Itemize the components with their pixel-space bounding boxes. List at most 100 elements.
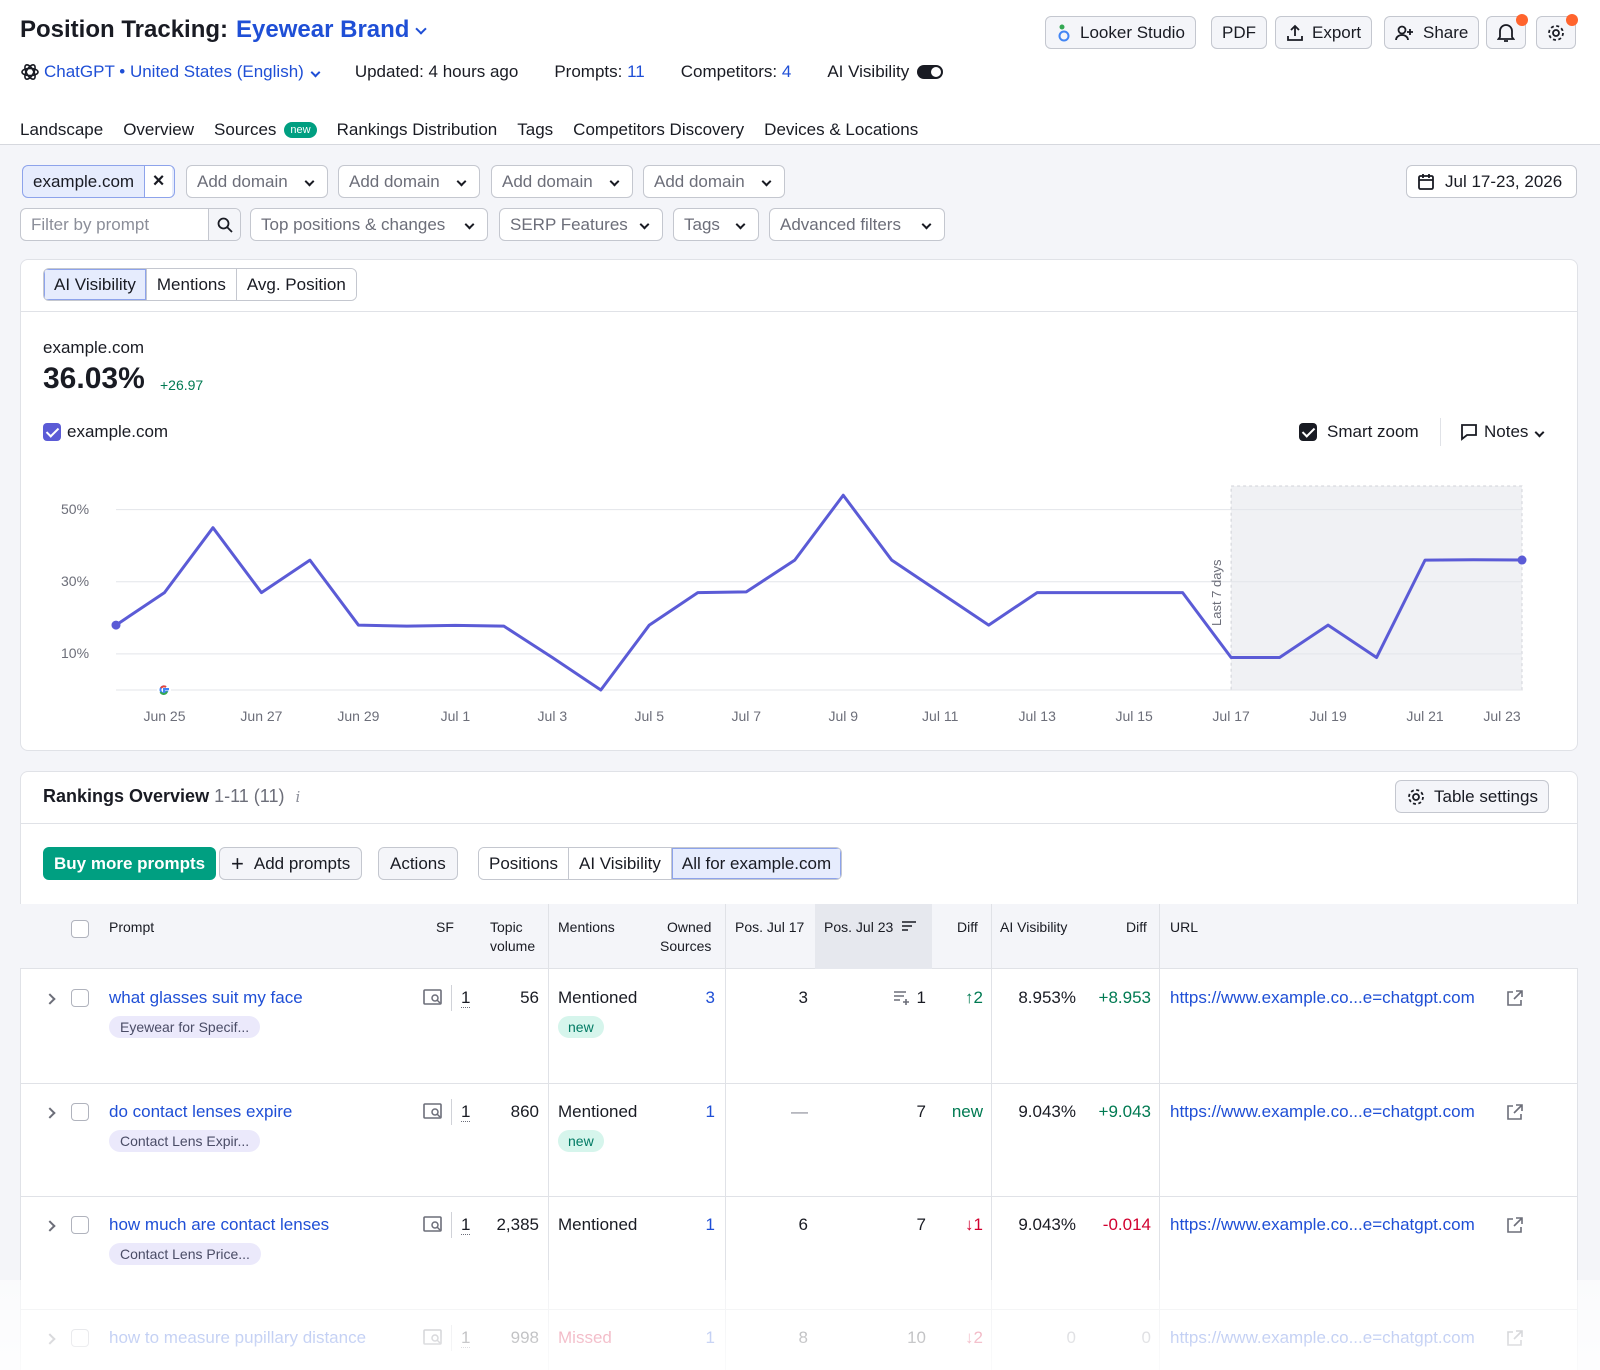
external-link-icon[interactable] <box>1506 1103 1524 1121</box>
pos-jul23: 7 <box>916 1215 926 1234</box>
owned-sources-count[interactable]: 3 <box>706 988 715 1008</box>
mention-status: Mentioned <box>558 988 638 1007</box>
col-pos-jul17[interactable]: Pos. Jul 17 <box>735 918 804 937</box>
owned-sources-count[interactable]: 1 <box>706 1215 715 1235</box>
table-settings-button[interactable]: Table settings <box>1395 780 1549 813</box>
sf-count[interactable]: 1 <box>461 988 471 1008</box>
col-diff-2[interactable]: Diff <box>1126 918 1147 937</box>
prompt-link[interactable]: how much are contact lenses <box>109 1215 329 1235</box>
prompt-link[interactable]: what glasses suit my face <box>109 988 303 1008</box>
col-topic-volume[interactable]: Topic volume <box>490 918 535 956</box>
col-pos-jul23[interactable]: Pos. Jul 23 <box>824 918 917 937</box>
x-tick-label: Jul 15 <box>1115 708 1153 724</box>
serp-preview-icon[interactable] <box>423 1216 443 1234</box>
pos-jul17: 3 <box>798 988 808 1007</box>
data-point[interactable] <box>111 620 121 630</box>
serp-preview-icon[interactable] <box>423 1103 443 1121</box>
google-update-icon <box>157 683 171 697</box>
expand-chevron-icon[interactable] <box>44 993 56 1005</box>
x-tick-label: Jul 3 <box>537 708 568 724</box>
sort-icon <box>902 921 917 931</box>
prompt-link[interactable]: do contact lenses expire <box>109 1102 292 1122</box>
serp-preview-icon[interactable] <box>423 989 443 1007</box>
buy-more-prompts-button[interactable]: Buy more prompts <box>43 847 217 880</box>
view-tab-positions[interactable]: Positions <box>479 848 569 879</box>
ai-visibility-value: 9.043% <box>1018 1215 1076 1234</box>
x-tick-label: Jul 9 <box>828 708 859 724</box>
x-tick-label: Jul 19 <box>1309 708 1347 724</box>
x-tick-label: Jun 27 <box>240 708 283 724</box>
col-url[interactable]: URL <box>1170 918 1198 937</box>
expand-chevron-icon[interactable] <box>44 1107 56 1119</box>
topic-volume: 2,385 <box>496 1215 539 1234</box>
col-mentions[interactable]: Mentions <box>558 918 615 937</box>
position-diff: new <box>951 1102 983 1121</box>
col-ai-visibility[interactable]: AI Visibility <box>1000 918 1067 937</box>
ai-visibility-diff: +9.043 <box>1098 1102 1151 1121</box>
mention-status: Mentioned <box>558 1102 638 1121</box>
x-tick-label: Jul 13 <box>1018 708 1056 724</box>
col-diff[interactable]: Diff <box>957 918 978 937</box>
info-icon[interactable]: i <box>295 788 300 806</box>
y-tick-label: 30% <box>61 572 90 589</box>
external-link-icon[interactable] <box>1506 1216 1524 1234</box>
x-tick-label: Jul 21 <box>1406 708 1444 724</box>
position-diff: ↓1 <box>965 1215 983 1234</box>
col-sf[interactable]: SF <box>436 918 454 937</box>
data-point[interactable] <box>1517 555 1527 565</box>
plus-icon: + <box>231 850 244 876</box>
x-tick-label: Jul 23 <box>1483 708 1521 724</box>
last-7-days-label: Last 7 days <box>1209 559 1224 626</box>
y-tick-label: 10% <box>61 644 90 661</box>
url-link[interactable]: https://www.example.co...e=chatgpt.com <box>1170 988 1475 1008</box>
mention-status: Mentioned <box>558 1215 638 1234</box>
row-checkbox[interactable] <box>71 1216 89 1234</box>
new-badge: new <box>558 1130 604 1152</box>
pos-jul17: — <box>791 1102 808 1121</box>
view-tab-ai-visibility[interactable]: AI Visibility <box>568 848 672 879</box>
ai-visibility-value: 9.043% <box>1018 1102 1076 1121</box>
ai-visibility-line-chart: Last 7 days <box>111 485 1527 697</box>
owned-sources-count[interactable]: 1 <box>706 1102 715 1122</box>
divider <box>451 1212 452 1238</box>
topic-tag[interactable]: Eyewear for Specif... <box>109 1016 261 1038</box>
col-owned-sources[interactable]: Owned Sources <box>660 918 711 956</box>
actions-button[interactable]: Actions <box>378 847 458 880</box>
x-tick-label: Jul 1 <box>440 708 471 724</box>
new-badge: new <box>558 1016 604 1038</box>
col-prompt[interactable]: Prompt <box>109 918 154 937</box>
view-tabs: Positions AI Visibility All for example.… <box>478 847 843 880</box>
ai-visibility-diff: -0.014 <box>1102 1215 1151 1234</box>
sf-count[interactable]: 1 <box>461 1102 471 1122</box>
expand-chevron-icon[interactable] <box>44 1220 56 1232</box>
view-tab-all-for-domain[interactable]: All for example.com <box>671 848 842 879</box>
x-tick-label: Jul 11 <box>922 708 959 724</box>
topic-tag[interactable]: Contact Lens Price... <box>109 1243 261 1265</box>
card-divider <box>20 823 1578 824</box>
table-row[interactable]: do contact lenses expire Contact Lens Exp… <box>20 1083 1578 1194</box>
row-checkbox[interactable] <box>71 989 89 1007</box>
sf-count[interactable]: 1 <box>461 1215 471 1235</box>
rankings-title: Rankings Overview 1-11 (11) i <box>43 786 301 806</box>
topic-tag[interactable]: Contact Lens Expir... <box>109 1130 261 1152</box>
x-tick-label: Jul 5 <box>634 708 665 724</box>
y-tick-label: 50% <box>61 500 90 517</box>
x-tick-label: Jun 29 <box>337 708 380 724</box>
serp-feature-icon <box>894 991 909 1005</box>
x-tick-label: Jul 17 <box>1212 708 1250 724</box>
pos-jul23: 7 <box>916 1102 926 1121</box>
url-link[interactable]: https://www.example.co...e=chatgpt.com <box>1170 1215 1475 1235</box>
last-7-days-highlight <box>1230 485 1523 691</box>
row-checkbox[interactable] <box>71 1103 89 1121</box>
external-link-icon[interactable] <box>1506 989 1524 1007</box>
table-row[interactable]: what glasses suit my face Eyewear for Spe… <box>20 970 1578 1081</box>
pos-jul23: 1 <box>916 988 926 1007</box>
pos-jul17: 6 <box>798 1215 808 1234</box>
position-diff: ↑2 <box>965 988 983 1007</box>
ai-visibility-diff: +8.953 <box>1098 988 1151 1007</box>
add-prompts-button[interactable]: + Add prompts <box>219 847 363 880</box>
url-link[interactable]: https://www.example.co...e=chatgpt.com <box>1170 1102 1475 1122</box>
gear-icon <box>1408 788 1424 805</box>
topic-volume: 860 <box>510 1102 539 1121</box>
select-all-checkbox[interactable] <box>71 920 89 938</box>
